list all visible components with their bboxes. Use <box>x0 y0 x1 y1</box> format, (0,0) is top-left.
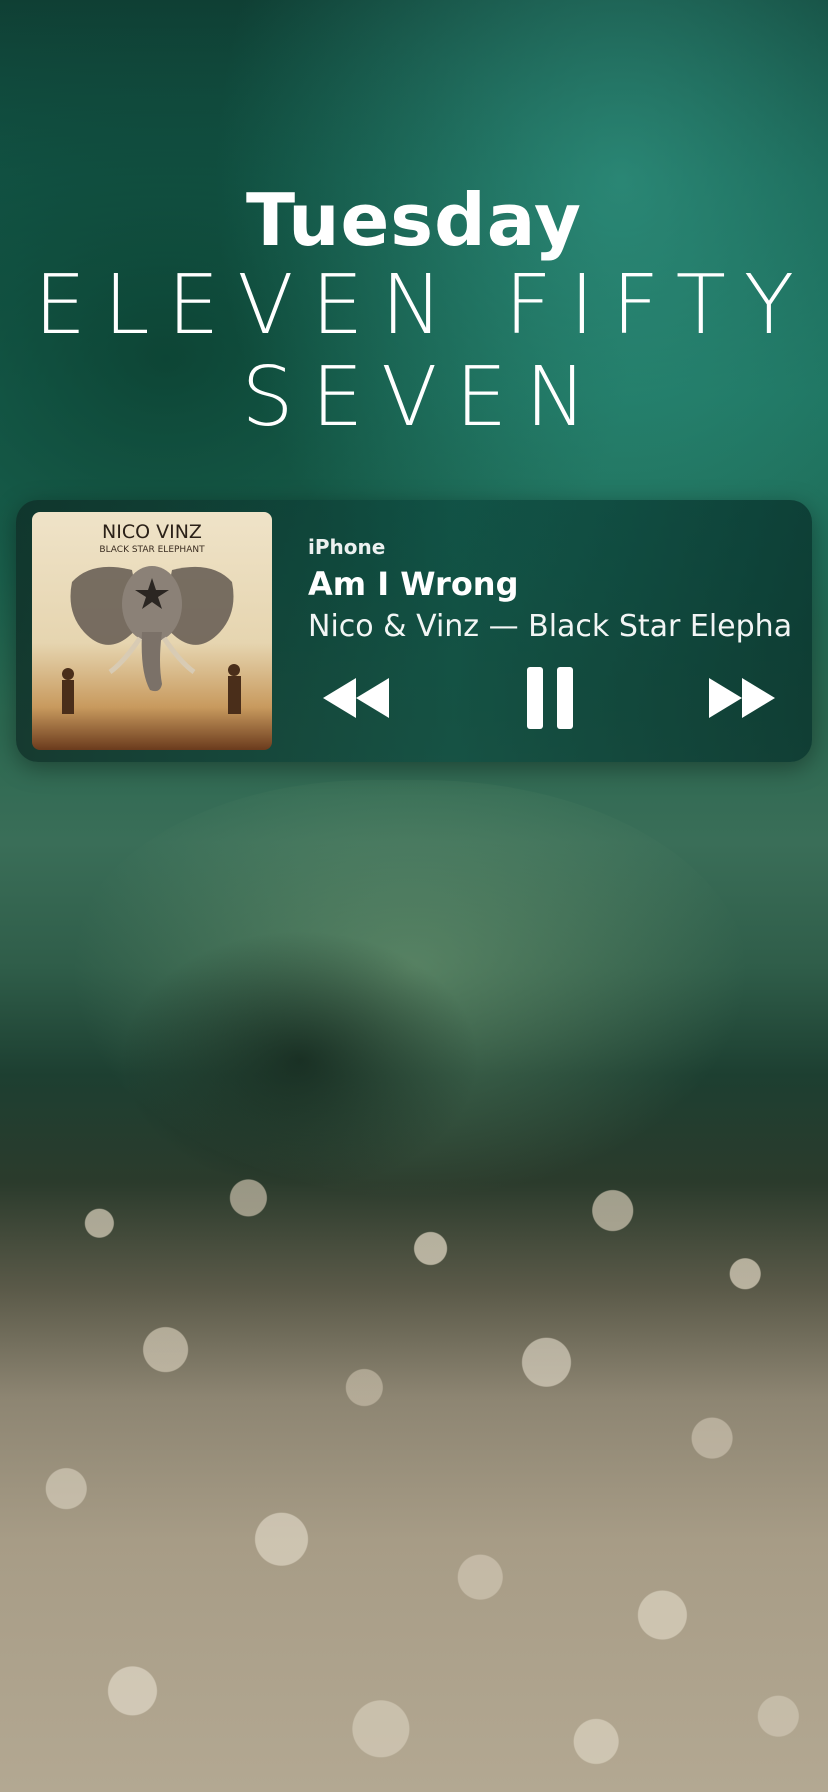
rewind-icon <box>323 678 389 718</box>
track-title: Am I Wrong <box>308 565 519 603</box>
album-art-album: BLACK STAR ELEPHANT <box>99 545 205 555</box>
track-artist-album: Nico & Vinz — Black Star Elephant <box>308 609 794 644</box>
fast-forward-button[interactable] <box>702 668 782 728</box>
now-playing-widget[interactable]: NICO VINZ BLACK STAR ELEPHANT iPhone Am … <box>16 500 812 762</box>
album-art-artist: NICO VINZ <box>102 521 202 543</box>
track-info[interactable]: iPhone Am I Wrong Nico & Vinz — Black St… <box>308 534 794 646</box>
album-art-image: NICO VINZ BLACK STAR ELEPHANT <box>62 521 241 714</box>
time-text-line-1: ELEVEN FIFTY <box>34 258 812 353</box>
pause-button[interactable] <box>518 667 582 729</box>
rewind-button[interactable] <box>316 668 396 728</box>
pause-icon <box>527 667 573 729</box>
day-label: Tuesday <box>246 178 582 262</box>
album-artwork[interactable]: NICO VINZ BLACK STAR ELEPHANT <box>32 512 272 750</box>
lock-screen-clock: Tuesday ELEVEN FIFTY SEVEN <box>0 180 828 444</box>
playback-controls <box>308 667 794 729</box>
wallpaper-shadow <box>120 930 480 1190</box>
playback-source: iPhone <box>308 535 386 559</box>
time-text-line-2: SEVEN <box>241 350 605 445</box>
fast-forward-icon <box>709 678 775 718</box>
wallpaper-pebbles <box>0 1160 828 1792</box>
